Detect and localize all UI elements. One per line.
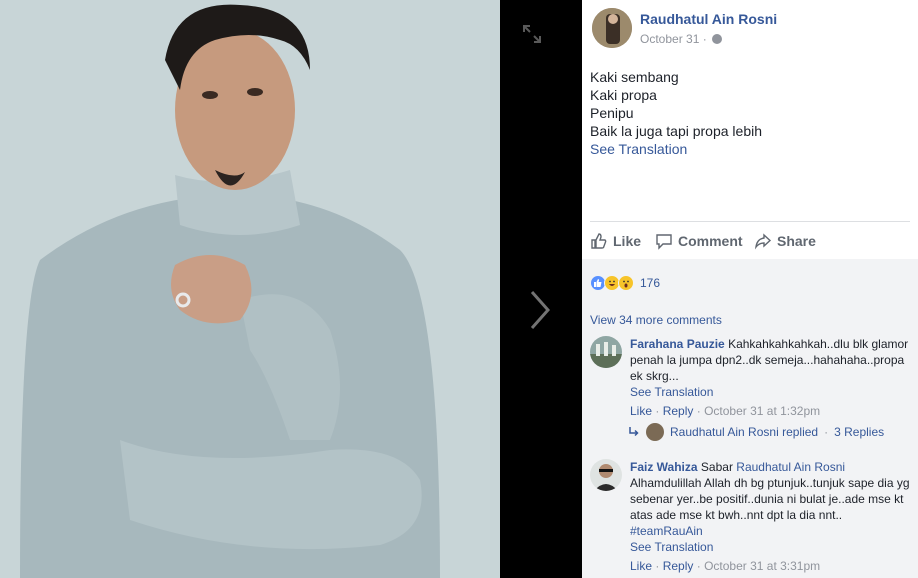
comment-footer: Like · Reply · October 31 at 1:32pm <box>630 404 821 418</box>
post-line: Penipu <box>590 105 634 121</box>
comment-mention-prefix: Sabar <box>700 460 733 474</box>
post-date[interactable]: October 31 <box>640 32 699 46</box>
comment-timestamp[interactable]: October 31 at 3:31pm <box>704 559 820 573</box>
share-label: Share <box>777 233 816 249</box>
commenter-avatar-image <box>590 336 622 368</box>
photo-illustration <box>0 0 500 578</box>
comment-button[interactable]: Comment <box>655 232 743 250</box>
reaction-count: 176 <box>640 276 661 290</box>
comment-footer: Like · Reply · October 31 at 3:31pm <box>630 559 821 573</box>
globe-icon <box>712 34 723 44</box>
share-icon <box>754 233 772 250</box>
replies-count: 3 Replies <box>834 425 885 439</box>
share-button[interactable]: Share <box>754 232 816 250</box>
comment-like-link[interactable]: Like <box>630 559 652 573</box>
actions-divider <box>590 221 910 222</box>
wow-icon <box>618 275 634 291</box>
comment-icon <box>656 234 672 250</box>
post-meta: October 31 · <box>640 32 723 46</box>
view-more-comments-link[interactable]: View 34 more comments <box>590 313 722 327</box>
comment-item: Farahana Pauzie Kahkahkahkahkah..dlu blk… <box>590 336 910 426</box>
author-avatar-image <box>592 8 632 48</box>
see-translation-link[interactable]: See Translation <box>590 140 900 158</box>
commenter-name[interactable]: Faiz Wahiza <box>630 460 698 474</box>
post-line: Baik la juga tapi propa lebih <box>590 123 763 139</box>
reactions-summary[interactable]: 176 <box>590 274 660 292</box>
thumbs-up-icon <box>591 233 607 249</box>
fullscreen-icon[interactable] <box>520 22 544 46</box>
post-photo[interactable] <box>0 0 500 578</box>
comment-text: Alhamdulillah Allah dh bg ptunjuk..tunju… <box>630 476 910 522</box>
comment-body: Farahana Pauzie Kahkahkahkahkah..dlu blk… <box>630 336 910 419</box>
commenter-avatar[interactable] <box>590 459 622 491</box>
comment-body: Faiz Wahiza Sabar Raudhatul Ain Rosni Al… <box>630 459 910 574</box>
replier-text: Raudhatul Ain Rosni replied <box>670 425 819 439</box>
comment-reply-link[interactable]: Reply <box>663 404 694 418</box>
like-label: Like <box>613 233 642 249</box>
comment-content: Faiz Wahiza Sabar Raudhatul Ain Rosni Al… <box>630 459 910 523</box>
author-name[interactable]: Raudhatul Ain Rosni <box>640 11 777 27</box>
comment-mention-link[interactable]: Raudhatul Ain Rosni <box>736 460 845 474</box>
comment-like-link[interactable]: Like <box>630 404 652 418</box>
comment-reply-link[interactable]: Reply <box>663 559 694 573</box>
commenter-name[interactable]: Farahana Pauzie <box>630 337 725 351</box>
post-body: Kaki sembang Kaki propa Penipu Baik la j… <box>590 68 900 158</box>
post-header: Raudhatul Ain Rosni October 31 · <box>592 8 902 50</box>
post-line: Kaki propa <box>590 87 657 103</box>
comment-content: Farahana Pauzie Kahkahkahkahkah..dlu blk… <box>630 336 910 384</box>
reply-arrow-icon <box>629 427 639 437</box>
post-side-panel: Raudhatul Ain Rosni October 31 · Kaki se… <box>582 0 918 578</box>
commenter-avatar[interactable] <box>590 336 622 368</box>
photo-viewer: Raudhatul Ain Rosni October 31 · Kaki se… <box>0 0 918 578</box>
meta-separator: · <box>702 32 707 46</box>
comment-hashtag-link[interactable]: #teamRauAin <box>630 523 910 539</box>
comments-area: 176 View 34 more comments Farahana Pauzi… <box>582 259 918 578</box>
commenter-avatar-image <box>590 459 622 491</box>
comment-see-translation-link[interactable]: See Translation <box>630 539 910 555</box>
replier-avatar <box>646 423 664 441</box>
like-button[interactable]: Like <box>590 232 641 250</box>
comment-timestamp[interactable]: October 31 at 1:32pm <box>704 404 820 418</box>
next-photo-arrow-icon[interactable] <box>526 288 554 332</box>
comment-item: Faiz Wahiza Sabar Raudhatul Ain Rosni Al… <box>590 459 910 578</box>
author-avatar[interactable] <box>592 8 632 48</box>
comment-see-translation-link[interactable]: See Translation <box>630 384 910 400</box>
post-actions: Like Comment Share <box>590 228 910 258</box>
replies-separator: · <box>824 425 829 439</box>
view-replies-link[interactable]: Raudhatul Ain Rosni replied · 3 Replies <box>628 423 884 441</box>
comment-label: Comment <box>678 233 743 249</box>
post-line: Kaki sembang <box>590 69 679 85</box>
